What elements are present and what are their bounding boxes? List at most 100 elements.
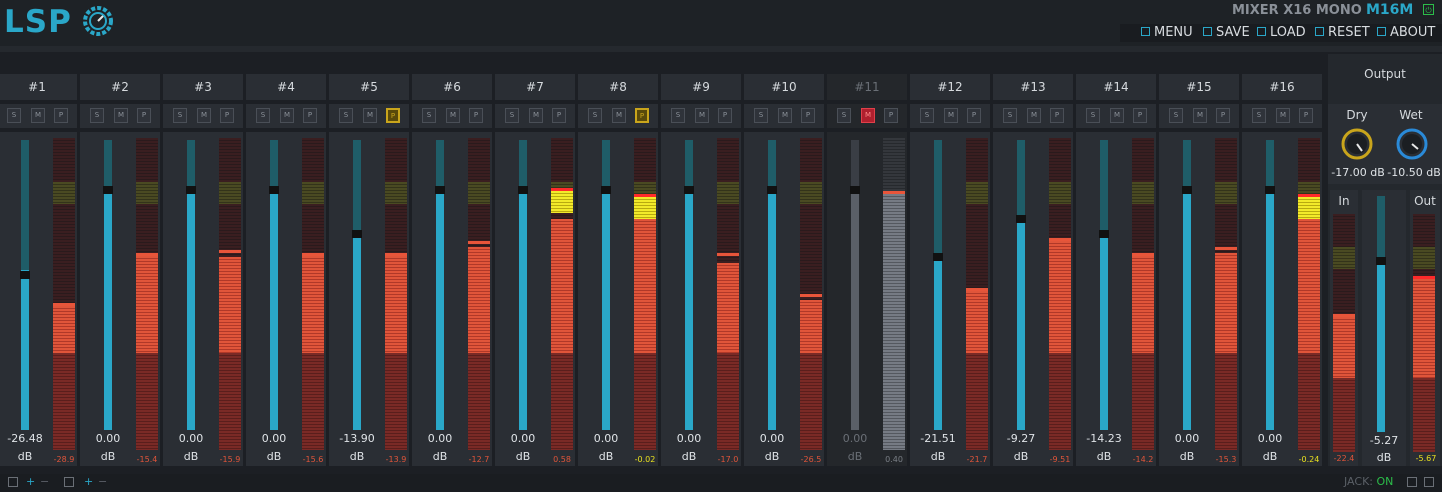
gain-fader[interactable] [1182, 140, 1192, 430]
save-button[interactable]: SAVE [1203, 25, 1250, 40]
phase-button[interactable]: P [1216, 108, 1230, 123]
reset-button[interactable]: RESET [1315, 25, 1370, 40]
solo-button[interactable]: S [1252, 108, 1266, 123]
solo-button[interactable]: S [754, 108, 768, 123]
gain-fader[interactable] [269, 140, 279, 430]
mute-button[interactable]: M [612, 108, 626, 123]
fader-handle[interactable] [352, 230, 362, 238]
phase-button[interactable]: P [303, 108, 317, 123]
solo-button[interactable]: S [837, 108, 851, 123]
gain-fader[interactable] [1016, 140, 1026, 430]
phase-button[interactable]: P [1050, 108, 1064, 123]
load-button[interactable]: LOAD [1257, 25, 1306, 40]
fader-handle[interactable] [1265, 186, 1275, 194]
zoom-out-button[interactable]: − [40, 475, 49, 488]
solo-button[interactable]: S [505, 108, 519, 123]
solo-button[interactable]: S [90, 108, 104, 123]
fader-handle[interactable] [435, 186, 445, 194]
solo-button[interactable]: S [7, 108, 21, 123]
dry-knob[interactable] [1341, 128, 1373, 160]
phase-button[interactable]: P [1133, 108, 1147, 123]
output-gain-fader[interactable] [1376, 196, 1386, 432]
phase-button[interactable]: P [386, 108, 400, 123]
fader-handle[interactable] [1016, 215, 1026, 223]
level-meter [302, 138, 324, 450]
fader-handle[interactable] [601, 186, 611, 194]
gain-fader[interactable] [20, 140, 30, 430]
solo-button[interactable]: S [422, 108, 436, 123]
fader-handle[interactable] [269, 186, 279, 194]
mute-button[interactable]: M [529, 108, 543, 123]
power-icon[interactable]: ⏻ [1423, 4, 1434, 15]
fader-handle[interactable] [1182, 186, 1192, 194]
info-icon[interactable] [1424, 477, 1434, 487]
zoom-in-button[interactable]: + [26, 475, 35, 488]
solo-button[interactable]: S [256, 108, 270, 123]
wet-knob[interactable] [1396, 128, 1428, 160]
gain-fader[interactable] [186, 140, 196, 430]
phase-button[interactable]: P [884, 108, 898, 123]
window-icon[interactable] [8, 477, 18, 487]
mute-button[interactable]: M [1276, 108, 1290, 123]
phase-button[interactable]: P [54, 108, 68, 123]
font-zoom-in-button[interactable]: + [84, 475, 93, 488]
fader-handle[interactable] [767, 186, 777, 194]
fader-handle[interactable] [850, 186, 860, 194]
fader-handle[interactable] [20, 271, 30, 279]
phase-button[interactable]: P [137, 108, 151, 123]
solo-button[interactable]: S [671, 108, 685, 123]
solo-button[interactable]: S [588, 108, 602, 123]
phase-button[interactable]: P [469, 108, 483, 123]
gain-fader[interactable] [518, 140, 528, 430]
font-icon[interactable] [64, 477, 74, 487]
font-zoom-out-button[interactable]: − [98, 475, 107, 488]
phase-button[interactable]: P [552, 108, 566, 123]
gain-fader[interactable] [1099, 140, 1109, 430]
help-icon[interactable] [1407, 477, 1417, 487]
fader-handle[interactable] [933, 253, 943, 261]
fader-handle[interactable] [1376, 257, 1386, 265]
fader-handle[interactable] [103, 186, 113, 194]
solo-button[interactable]: S [1086, 108, 1100, 123]
mute-button[interactable]: M [1027, 108, 1041, 123]
menu-button[interactable]: MENU [1141, 25, 1193, 40]
mute-button[interactable]: M [944, 108, 958, 123]
channel-strip: #10 S M P 0.00 dB -26.5 [744, 74, 824, 466]
phase-button[interactable]: P [220, 108, 234, 123]
phase-button[interactable]: P [801, 108, 815, 123]
mute-button[interactable]: M [31, 108, 45, 123]
phase-button[interactable]: P [718, 108, 732, 123]
mute-button[interactable]: M [695, 108, 709, 123]
mute-button[interactable]: M [446, 108, 460, 123]
gain-fader[interactable] [1265, 140, 1275, 430]
mute-button[interactable]: M [197, 108, 211, 123]
solo-button[interactable]: S [173, 108, 187, 123]
gain-fader[interactable] [933, 140, 943, 430]
mute-button[interactable]: M [1110, 108, 1124, 123]
solo-button[interactable]: S [920, 108, 934, 123]
solo-button[interactable]: S [1003, 108, 1017, 123]
solo-button[interactable]: S [1169, 108, 1183, 123]
fader-handle[interactable] [1099, 230, 1109, 238]
gain-fader[interactable] [601, 140, 611, 430]
mute-button[interactable]: M [280, 108, 294, 123]
gain-fader[interactable] [850, 140, 860, 430]
mute-button[interactable]: M [363, 108, 377, 123]
solo-button[interactable]: S [339, 108, 353, 123]
phase-button[interactable]: P [1299, 108, 1313, 123]
phase-button[interactable]: P [967, 108, 981, 123]
mute-button[interactable]: M [1193, 108, 1207, 123]
fader-handle[interactable] [186, 186, 196, 194]
about-button[interactable]: ABOUT [1377, 25, 1435, 40]
fader-handle[interactable] [518, 186, 528, 194]
gain-fader[interactable] [352, 140, 362, 430]
gain-fader[interactable] [103, 140, 113, 430]
fader-handle[interactable] [684, 186, 694, 194]
phase-button[interactable]: P [635, 108, 649, 123]
gain-fader[interactable] [767, 140, 777, 430]
mute-button[interactable]: M [861, 108, 875, 123]
mute-button[interactable]: M [778, 108, 792, 123]
gain-fader[interactable] [435, 140, 445, 430]
mute-button[interactable]: M [114, 108, 128, 123]
gain-fader[interactable] [684, 140, 694, 430]
